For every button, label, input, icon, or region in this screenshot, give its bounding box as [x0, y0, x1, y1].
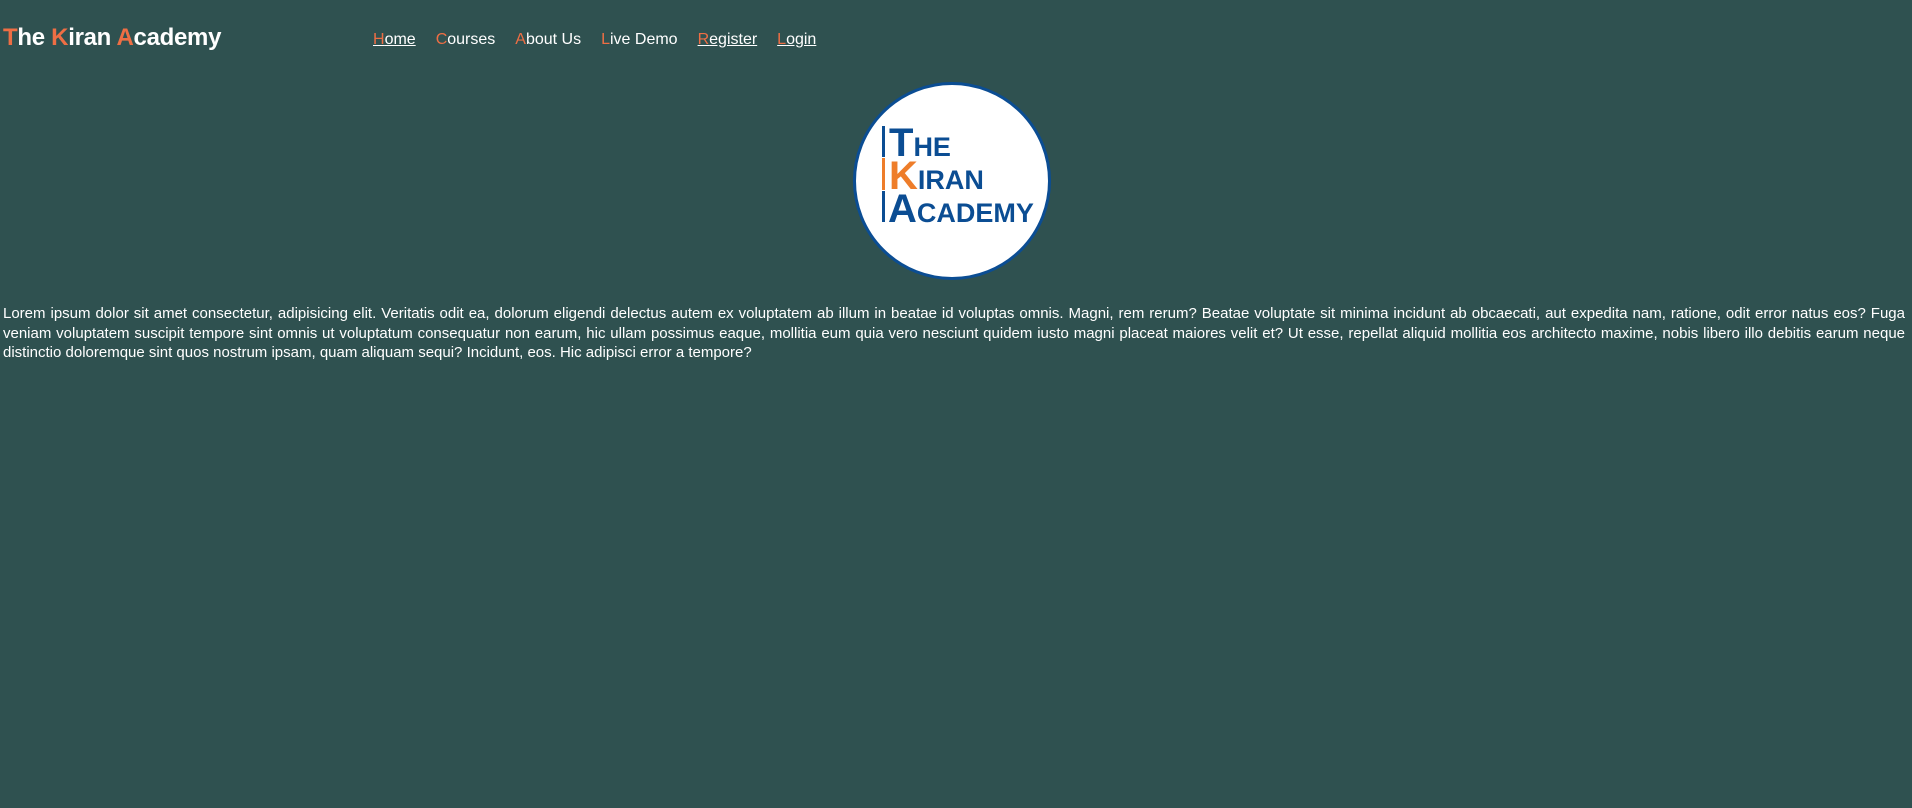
nav-about-link[interactable]: About Us [515, 31, 581, 49]
nav-register-label: egister [709, 31, 758, 48]
nav-about-initial: A [515, 31, 526, 48]
academy-logo-graphic: THE KIRAN ACADEMY [882, 121, 1034, 231]
brand-text-academy: cademy [133, 24, 222, 51]
nav-about-label: bout Us [525, 31, 582, 48]
nav-courses-label: ourses [447, 31, 496, 48]
logo-bar-top [882, 126, 885, 157]
brand-initial-a: A [116, 24, 134, 51]
logo-bar-middle [882, 158, 885, 190]
nav-login-initial: L [777, 31, 787, 48]
logo-bar-bottom [882, 191, 885, 222]
nav-home-label: ome [384, 31, 416, 48]
nav-home-initial: H [373, 31, 385, 48]
main-nav: Home Courses About Us Live Demo Register… [373, 31, 836, 49]
nav-courses-link[interactable]: Courses [436, 31, 496, 49]
brand-text-the: he [17, 24, 52, 51]
nav-courses-initial: C [435, 31, 448, 48]
brand-initial-k: K [51, 24, 69, 51]
nav-live-demo-link[interactable]: Live Demo [601, 31, 677, 49]
brand-initial-t: T [3, 24, 18, 51]
nav-live-demo-label: ive Demo [610, 31, 678, 48]
site-brand[interactable]: The Kiran Academy [3, 24, 221, 52]
intro-paragraph: Lorem ipsum dolor sit amet consectetur, … [3, 305, 1905, 361]
nav-login-link[interactable]: Login [777, 31, 816, 49]
nav-live-demo-initial: L [601, 31, 610, 48]
nav-login-label: ogin [786, 31, 817, 48]
nav-register-initial: R [697, 31, 710, 48]
nav-home-link[interactable]: Home [373, 31, 416, 49]
brand-text-kiran: iran [68, 24, 117, 51]
nav-register-link[interactable]: Register [698, 31, 758, 49]
academy-logo: THE KIRAN ACADEMY [853, 82, 1051, 280]
